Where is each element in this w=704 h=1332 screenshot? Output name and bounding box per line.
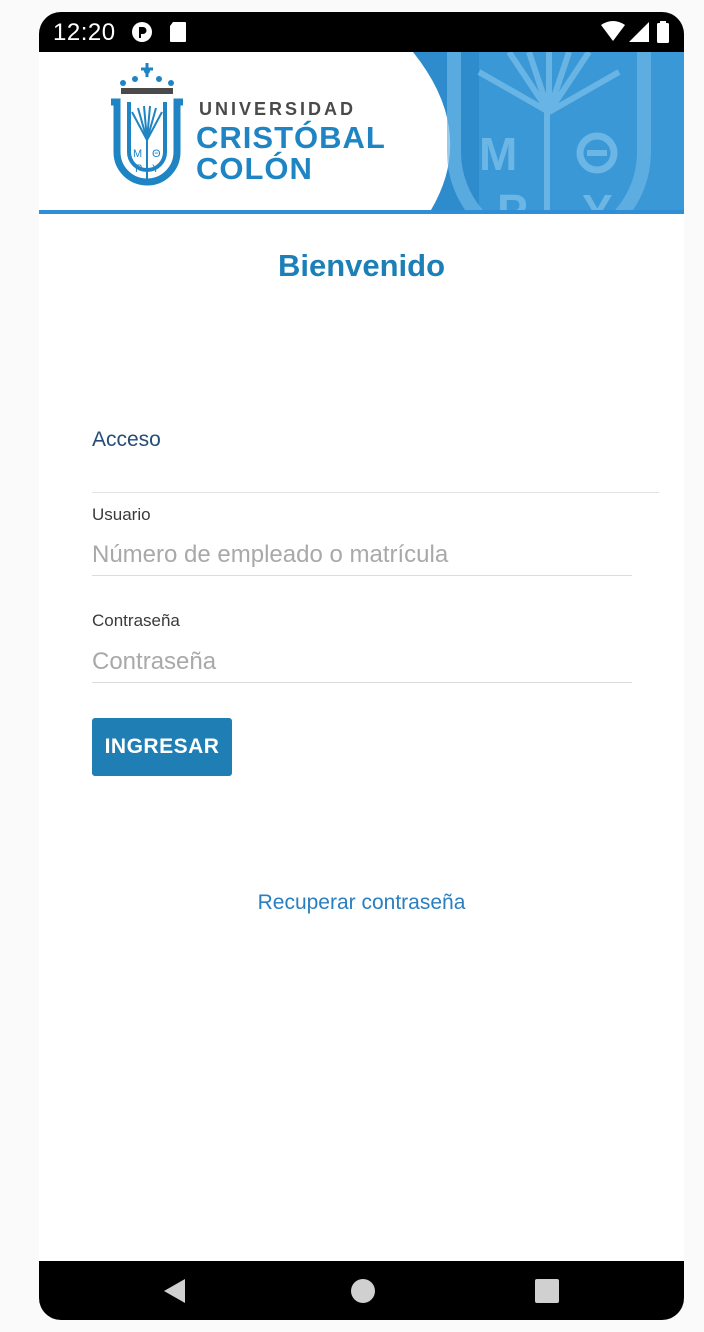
logo-text-colon: COLÓN — [196, 151, 313, 186]
recover-password-link[interactable]: Recuperar contraseña — [39, 891, 684, 915]
status-bar: 12:20 — [39, 12, 684, 52]
phone-screen: 12:20 M M Θ P Y UNIVERSIDAD CRISTÓBAL CO… — [39, 12, 684, 1320]
svg-text:M: M — [479, 128, 517, 180]
username-input[interactable] — [92, 535, 632, 576]
university-crest-icon: M Θ P Y — [111, 63, 183, 186]
section-label-access: Acceso — [92, 428, 161, 451]
svg-text:Y: Y — [152, 163, 160, 175]
password-label: Contraseña — [92, 611, 180, 630]
system-nav-bar — [39, 1261, 684, 1320]
header-banner: M P Y — [39, 52, 684, 214]
section-divider — [92, 492, 659, 493]
password-input[interactable] — [92, 642, 632, 683]
signal-icon — [629, 22, 649, 42]
page-title: Bienvenido — [277, 248, 446, 283]
svg-text:M: M — [133, 148, 142, 160]
svg-text:Θ: Θ — [152, 148, 161, 160]
svg-text:P: P — [497, 185, 528, 210]
svg-text:Y: Y — [582, 185, 613, 210]
home-icon[interactable] — [350, 1277, 376, 1305]
username-label: Usuario — [92, 505, 151, 524]
logo-text-universidad: UNIVERSIDAD — [199, 99, 357, 119]
login-button[interactable]: INGRESAR — [92, 718, 232, 776]
status-time: 12:20 — [53, 19, 116, 46]
wifi-icon — [601, 21, 625, 41]
notification-circle-icon — [132, 22, 152, 42]
svg-text:P: P — [135, 163, 142, 175]
recents-icon[interactable] — [534, 1277, 560, 1305]
sd-card-icon — [170, 22, 186, 42]
back-icon[interactable] — [161, 1277, 187, 1305]
battery-icon — [657, 21, 669, 43]
